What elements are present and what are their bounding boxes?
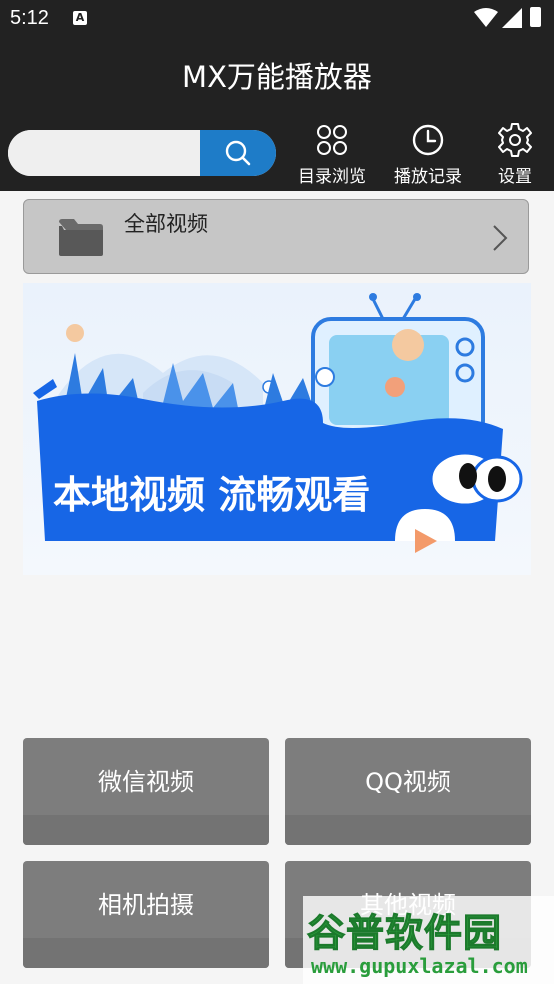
camera-videos-button[interactable]: 相机拍摄: [23, 861, 269, 968]
status-time: 5:12: [10, 7, 49, 29]
button-shade: [23, 815, 269, 845]
all-videos-label: 全部视频: [124, 212, 208, 236]
wifi-icon: [474, 8, 498, 27]
search-bar: [8, 130, 276, 176]
settings-label: 设置: [498, 167, 532, 187]
search-input[interactable]: [8, 130, 200, 176]
battery-icon: [530, 7, 541, 27]
watermark-url: www.gupuxlazal.com: [311, 954, 528, 978]
app-header: MX万能播放器 目录浏览 播放记录 设置: [0, 36, 554, 191]
promo-banner[interactable]: 本地视频 流畅观看: [23, 283, 531, 575]
signal-icon: [502, 8, 522, 28]
banner-illustration: 本地视频 流畅观看: [23, 283, 531, 575]
play-history-label: 播放记录: [394, 167, 462, 187]
search-button[interactable]: [200, 130, 276, 176]
wechat-videos-button[interactable]: 微信视频: [23, 738, 269, 845]
wechat-videos-label: 微信视频: [98, 768, 194, 796]
button-shade: [23, 938, 269, 968]
directory-browse-button[interactable]: 目录浏览: [287, 122, 377, 187]
search-icon: [225, 140, 251, 166]
grid-icon: [317, 125, 347, 155]
banner-headline: 本地视频 流畅观看: [53, 473, 370, 517]
notification-a-icon: A: [73, 11, 87, 25]
settings-button[interactable]: 设置: [470, 122, 554, 187]
clock-icon: [412, 124, 444, 156]
button-shade: [285, 815, 531, 845]
watermark: 谷普软件园 www.gupuxlazal.com: [303, 896, 554, 984]
watermark-brand: 谷普软件园: [306, 911, 503, 956]
app-title: MX万能播放器: [182, 60, 372, 94]
qq-videos-label: QQ视频: [365, 768, 451, 796]
camera-videos-label: 相机拍摄: [98, 891, 194, 919]
qq-videos-button[interactable]: QQ视频: [285, 738, 531, 845]
play-history-button[interactable]: 播放记录: [383, 122, 473, 187]
chevron-right-icon: [493, 225, 508, 251]
all-videos-row[interactable]: 全部视频: [23, 199, 529, 274]
directory-browse-label: 目录浏览: [298, 167, 366, 187]
gear-icon: [498, 123, 532, 157]
status-bar: 5:12 A: [0, 0, 554, 36]
folder-icon: [59, 219, 103, 256]
